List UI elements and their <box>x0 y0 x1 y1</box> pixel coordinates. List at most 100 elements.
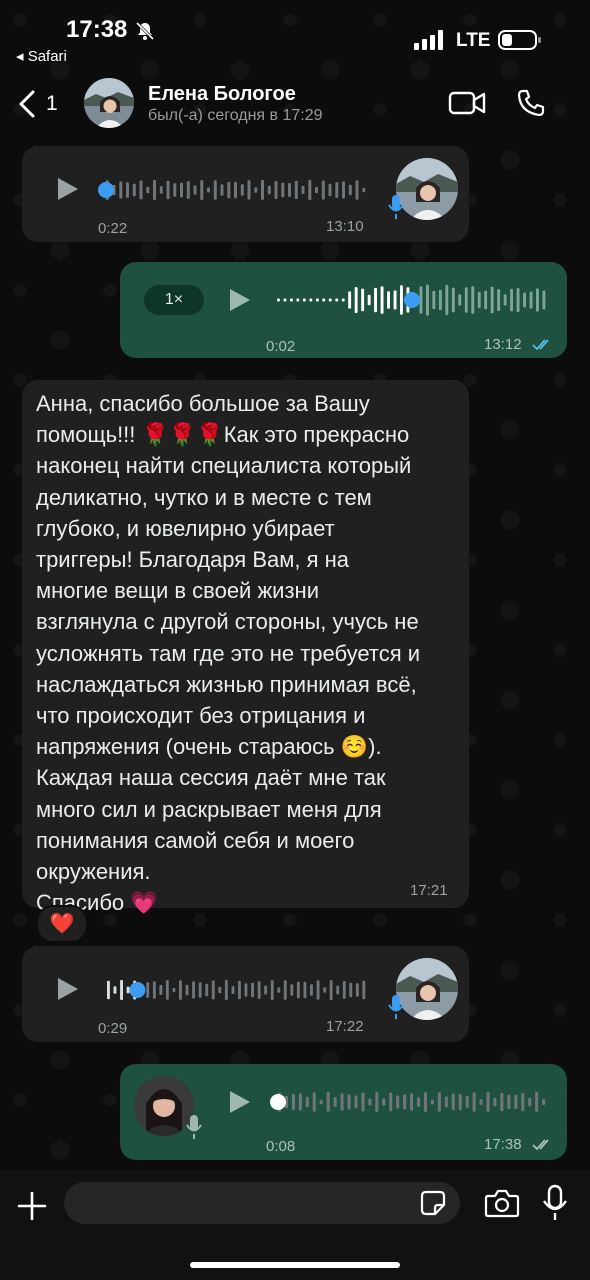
playback-thumb[interactable] <box>98 182 114 198</box>
voice-message-outgoing[interactable]: 1× 0:02 13:12 <box>120 262 567 358</box>
waveform-bar <box>362 187 366 193</box>
waveform-bar <box>477 291 481 309</box>
waveform-bar <box>542 1099 546 1105</box>
sender-avatar <box>396 158 458 220</box>
plus-icon[interactable] <box>16 1190 48 1222</box>
waveform-bar <box>186 181 190 199</box>
waveform-bar <box>374 287 377 313</box>
voice-message-outgoing[interactable]: 0:08 17:38 <box>120 1064 567 1160</box>
waveform-bar <box>240 184 244 196</box>
waveform-bar <box>484 290 488 310</box>
playback-speed-button[interactable]: 1× <box>144 285 204 315</box>
waveform-bar <box>139 180 143 200</box>
waveform-bar <box>464 287 468 313</box>
message-input[interactable] <box>64 1182 460 1224</box>
waveform-bar <box>497 289 501 311</box>
phone-icon[interactable] <box>516 88 546 118</box>
play-icon[interactable] <box>226 287 252 313</box>
waveform-bar <box>451 287 455 313</box>
voice-waveform[interactable] <box>276 280 548 320</box>
voice-waveform[interactable] <box>98 170 368 210</box>
waveform-bar <box>510 288 513 312</box>
waveform-bar <box>308 180 312 200</box>
waveform-bar <box>166 180 170 200</box>
waveform-bar <box>301 185 305 194</box>
waveform-bar <box>437 1092 441 1112</box>
waveform-bar <box>146 982 150 998</box>
waveform-bar <box>445 284 449 316</box>
waveform-bar <box>244 983 248 997</box>
voice-duration: 0:29 <box>98 1020 128 1037</box>
playback-thumb[interactable] <box>129 982 146 998</box>
voice-message-incoming[interactable]: 0:22 13:10 <box>22 146 469 242</box>
chevron-left-icon[interactable] <box>16 90 38 118</box>
microphone-icon <box>186 1115 202 1139</box>
waveform-bar <box>120 980 123 1000</box>
waveform-bar <box>341 298 345 302</box>
playback-thumb[interactable] <box>270 1094 286 1110</box>
voice-waveform[interactable] <box>270 1082 548 1122</box>
waveform-bar <box>361 288 365 312</box>
microphone-icon[interactable] <box>542 1184 568 1222</box>
sender-avatar <box>396 958 458 1020</box>
playback-thumb[interactable] <box>404 292 420 308</box>
waveform-bar <box>296 981 300 999</box>
contact-avatar[interactable] <box>84 78 134 128</box>
waveform-bar <box>389 1092 393 1112</box>
waveform-bar <box>211 980 215 1000</box>
waveform-bar <box>426 284 429 316</box>
waveform-bar <box>207 187 210 193</box>
waveform-bar <box>451 1093 455 1111</box>
waveform-bar <box>342 181 345 199</box>
waveform-bar <box>542 290 546 310</box>
waveform-bar <box>288 183 291 197</box>
play-icon[interactable] <box>226 1089 252 1115</box>
text-message-incoming[interactable]: Анна, спасибо большое за Вашу помощь!!! … <box>22 380 469 915</box>
waveform-bar <box>126 182 129 198</box>
waveform-bar <box>354 287 358 313</box>
last-seen-status: был(-а) сегодня в 17:29 <box>148 107 323 124</box>
waveform-bar <box>486 1092 490 1112</box>
waveform-bar <box>227 181 231 199</box>
waveform-bar <box>274 181 278 199</box>
waveform-bar <box>303 981 307 999</box>
waveform-bar <box>310 984 313 996</box>
waveform-bar <box>312 1092 316 1112</box>
waveform-bar <box>198 982 202 998</box>
unread-count[interactable]: 1 <box>46 92 58 116</box>
waveform-bar <box>193 185 197 195</box>
waveform-bar <box>254 187 258 193</box>
waveform-bar <box>277 987 281 993</box>
voice-waveform[interactable] <box>106 970 368 1010</box>
waveform-bar <box>328 298 332 302</box>
waveform-bar <box>423 1092 427 1112</box>
waveform-bar <box>465 1096 469 1108</box>
waveform-bar <box>335 182 339 198</box>
waveform-bar <box>368 1098 372 1106</box>
status-bar: 17:38 ◂ Safari LTE <box>0 0 590 70</box>
waveform-bar <box>261 180 264 200</box>
waveform-bar <box>529 291 533 309</box>
waveform-bar <box>340 1093 344 1111</box>
waveform-bar <box>296 298 300 302</box>
video-call-icon[interactable] <box>448 90 486 116</box>
waveform-bar <box>516 288 520 312</box>
waveform-bar <box>165 980 169 1000</box>
sticker-icon[interactable] <box>420 1190 446 1216</box>
waveform-bar <box>347 1094 351 1110</box>
message-time: 17:38 <box>484 1136 522 1153</box>
play-icon[interactable] <box>54 176 80 202</box>
play-icon[interactable] <box>54 976 80 1002</box>
back-to-app-link[interactable]: ◂ Safari <box>16 47 67 65</box>
waveform-bar <box>146 186 150 194</box>
waveform-bar <box>283 980 287 1000</box>
waveform-bar <box>220 184 224 196</box>
voice-message-incoming[interactable]: 0:29 17:22 <box>22 946 469 1042</box>
waveform-bar <box>375 1092 379 1112</box>
reaction-badge[interactable]: ❤️ <box>36 905 88 943</box>
waveform-bar <box>472 1092 476 1112</box>
camera-icon[interactable] <box>484 1188 520 1218</box>
waveform-bar <box>355 180 359 200</box>
message-time: 17:22 <box>326 1018 364 1035</box>
contact-name[interactable]: Елена Бологое <box>148 83 296 106</box>
